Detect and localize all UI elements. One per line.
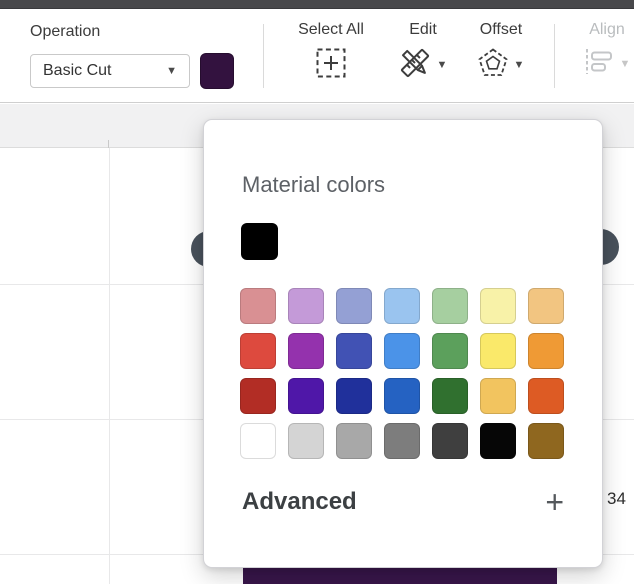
popup-title: Material colors <box>242 172 385 198</box>
select-all-button[interactable]: Select All <box>286 21 376 83</box>
select-all-label: Select All <box>298 21 364 39</box>
operation-dropdown[interactable]: Basic Cut ▼ <box>30 54 190 88</box>
palette-swatch-r3c3[interactable] <box>336 378 372 414</box>
palette-swatch-r1c2[interactable] <box>288 288 324 324</box>
palette-swatch-r2c2[interactable] <box>288 333 324 369</box>
palette-swatch-r3c6[interactable] <box>480 378 516 414</box>
palette-swatch-r3c5[interactable] <box>432 378 468 414</box>
chevron-down-icon: ▼ <box>166 66 177 77</box>
chevron-down-icon: ▼ <box>620 59 631 70</box>
edit-button[interactable]: Edit <box>387 21 459 83</box>
align-left-icon <box>584 48 614 80</box>
palette-swatch-r1c5[interactable] <box>432 288 468 324</box>
add-color-button[interactable]: + <box>545 486 564 518</box>
pencil-ruler-icon <box>399 48 431 83</box>
palette-swatch-r2c4[interactable] <box>384 333 420 369</box>
palette-swatch-r4c2[interactable] <box>288 423 324 459</box>
gridline <box>109 148 110 584</box>
chevron-down-icon: ▼ <box>437 60 448 71</box>
offset-button[interactable]: Offset ▼ <box>462 21 540 82</box>
align-label: Align <box>589 21 625 39</box>
popup-footer: Advanced + <box>242 480 564 524</box>
palette-swatch-r3c7[interactable] <box>528 378 564 414</box>
palette-swatch-r4c3[interactable] <box>336 423 372 459</box>
selected-shape[interactable] <box>243 568 557 584</box>
operation-label: Operation <box>30 23 100 41</box>
palette-swatch-r2c6[interactable] <box>480 333 516 369</box>
current-color-swatch[interactable] <box>241 223 278 260</box>
palette-swatch-r4c4[interactable] <box>384 423 420 459</box>
edit-label: Edit <box>409 21 437 39</box>
offset-label: Offset <box>480 21 522 39</box>
palette-swatch-r3c1[interactable] <box>240 378 276 414</box>
dashed-pentagon-icon <box>478 48 508 82</box>
palette-swatch-r1c3[interactable] <box>336 288 372 324</box>
dashed-square-plus-icon <box>316 48 346 83</box>
app-window: Operation Basic Cut ▼ Select All Edit <box>0 0 634 584</box>
palette-swatch-r4c5[interactable] <box>432 423 468 459</box>
palette-swatch-r1c4[interactable] <box>384 288 420 324</box>
palette-swatch-r2c7[interactable] <box>528 333 564 369</box>
palette-swatch-r4c7[interactable] <box>528 423 564 459</box>
toolbar-divider <box>554 24 555 88</box>
material-colors-popup: Material colors Advanced + <box>203 119 603 568</box>
advanced-link[interactable]: Advanced <box>242 488 357 516</box>
operation-dropdown-value: Basic Cut <box>43 62 111 80</box>
ruler-tick <box>108 140 109 148</box>
chevron-down-icon: ▼ <box>514 60 525 71</box>
palette-swatch-r2c5[interactable] <box>432 333 468 369</box>
dimension-label: 34 <box>607 489 626 509</box>
palette-swatch-r1c7[interactable] <box>528 288 564 324</box>
toolbar-divider <box>263 24 264 88</box>
align-button[interactable]: Align ▼ <box>580 21 634 80</box>
window-chrome-bar <box>0 0 634 9</box>
main-toolbar: Operation Basic Cut ▼ Select All Edit <box>0 9 634 103</box>
palette-swatch-r1c1[interactable] <box>240 288 276 324</box>
palette-swatch-r2c1[interactable] <box>240 333 276 369</box>
palette-swatch-r4c6[interactable] <box>480 423 516 459</box>
palette-swatch-r3c2[interactable] <box>288 378 324 414</box>
palette-grid <box>240 288 564 459</box>
palette-swatch-r3c4[interactable] <box>384 378 420 414</box>
cut-color-swatch[interactable] <box>200 53 234 89</box>
palette-swatch-r2c3[interactable] <box>336 333 372 369</box>
palette-swatch-r4c1[interactable] <box>240 423 276 459</box>
palette-swatch-r1c6[interactable] <box>480 288 516 324</box>
